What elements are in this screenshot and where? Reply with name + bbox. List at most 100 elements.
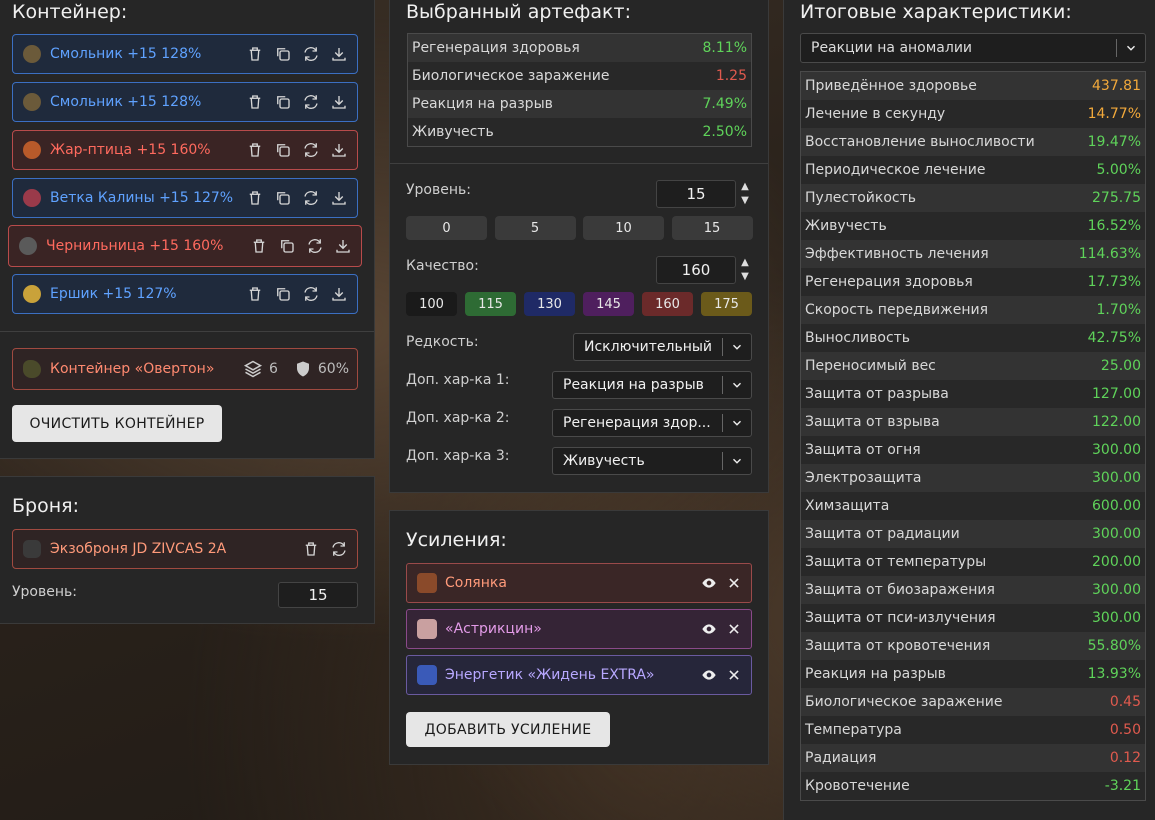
swap-artifact-button[interactable] [301, 188, 321, 208]
totals-filter-value: Реакции на аномалии [811, 40, 973, 56]
extra2-select[interactable]: Регенерация здор... [552, 409, 752, 437]
export-artifact-button[interactable] [329, 44, 349, 64]
quality-preset-button[interactable]: 175 [701, 292, 752, 316]
copy-artifact-button[interactable] [273, 188, 293, 208]
quality-preset-button[interactable]: 145 [583, 292, 634, 316]
quality-preset-button[interactable]: 130 [524, 292, 575, 316]
stat-value: 2.50% [702, 124, 747, 140]
copy-artifact-button[interactable] [277, 236, 297, 256]
total-stat-value: 17.73% [1087, 274, 1141, 290]
chevron-down-icon [733, 344, 741, 350]
copy-artifact-button[interactable] [273, 284, 293, 304]
kalina-branch-artifact-icon [23, 189, 41, 207]
armor-item[interactable]: Экзоброня JD ZIVCAS 2A [12, 529, 358, 569]
eye-icon[interactable] [701, 621, 717, 637]
close-icon[interactable] [727, 668, 741, 682]
total-stat-row: Скорость передвижения 1.70% [801, 296, 1145, 324]
swap-artifact-button[interactable] [301, 92, 321, 112]
total-stat-value: 25.00 [1100, 358, 1141, 374]
level-preset-button[interactable]: 15 [671, 216, 753, 240]
level-increment-button[interactable]: ▲ [739, 181, 751, 193]
download-icon [332, 192, 346, 205]
boost-item[interactable]: Солянка [406, 563, 752, 603]
total-stat-value: 114.63% [1078, 246, 1141, 262]
total-stat-row: Защита от взрыва 122.00 [801, 408, 1145, 436]
delete-artifact-button[interactable] [245, 92, 265, 112]
add-boost-button[interactable]: ДОБАВИТЬ УСИЛЕНИЕ [406, 712, 610, 747]
extra3-select[interactable]: Живучесть [552, 447, 752, 475]
layers-icon [243, 360, 262, 378]
level-preset-button[interactable]: 10 [583, 216, 664, 240]
total-stat-value: 437.81 [1092, 78, 1141, 94]
quality-input[interactable]: 160 [656, 256, 736, 284]
copy-artifact-button[interactable] [273, 44, 293, 64]
swap-artifact-button[interactable] [301, 140, 321, 160]
total-stat-name: Эффективность лечения [805, 246, 989, 262]
total-stat-row: Защита от пси-излучения 300.00 [801, 604, 1145, 632]
export-artifact-button[interactable] [329, 92, 349, 112]
container-item[interactable]: Контейнер «Овертон» 6 60% [12, 348, 358, 390]
container-artifact-item[interactable]: Смольник +15 128% [12, 82, 358, 122]
armor-level-input[interactable]: 15 [278, 582, 358, 608]
quality-preset-button[interactable]: 115 [465, 292, 516, 316]
delete-artifact-button[interactable] [245, 140, 265, 160]
swap-artifact-button[interactable] [305, 236, 325, 256]
export-artifact-button[interactable] [329, 284, 349, 304]
quality-increment-button[interactable]: ▲ [739, 257, 751, 269]
totals-filter-select[interactable]: Реакции на аномалии [800, 33, 1146, 63]
total-stat-row: Лечение в секунду 14.77% [801, 100, 1145, 128]
total-stat-name: Выносливость [805, 330, 911, 346]
quality-decrement-button[interactable]: ▼ [739, 271, 751, 283]
stat-name: Биологическое заражение [412, 68, 610, 84]
swap-artifact-button[interactable] [301, 284, 321, 304]
close-icon[interactable] [727, 576, 741, 590]
trash-icon [249, 191, 261, 205]
export-artifact-button[interactable] [329, 188, 349, 208]
swap-armor-button[interactable] [329, 539, 349, 559]
container-separator [0, 331, 374, 332]
level-input[interactable]: 15 [656, 180, 736, 208]
total-stat-row: Электрозащита 300.00 [801, 464, 1145, 492]
quality-preset-button[interactable]: 160 [642, 292, 693, 316]
level-preset-button[interactable]: 0 [406, 216, 487, 240]
container-artifact-item[interactable]: Ветка Калины +15 127% [12, 178, 358, 218]
total-stat-name: Защита от разрыва [805, 386, 949, 402]
container-artifact-item[interactable]: Ершик +15 127% [12, 274, 358, 314]
total-stat-value: 300.00 [1092, 442, 1141, 458]
export-artifact-button[interactable] [329, 140, 349, 160]
delete-artifact-button[interactable] [245, 188, 265, 208]
swap-artifact-button[interactable] [301, 44, 321, 64]
eye-icon[interactable] [701, 575, 717, 591]
boost-item[interactable]: Энергетик «Жидень EXTRA» [406, 655, 752, 695]
container-artifact-item[interactable]: Смольник +15 128% [12, 34, 358, 74]
quality-preset-button[interactable]: 100 [406, 292, 457, 316]
clear-container-button[interactable]: ОЧИСТИТЬ КОНТЕЙНЕР [12, 405, 222, 442]
rarity-select[interactable]: Исключительный [573, 333, 752, 361]
total-stat-name: Химзащита [805, 498, 890, 514]
total-stat-name: Регенерация здоровья [805, 274, 973, 290]
refresh-icon [332, 542, 346, 556]
total-stat-name: Скорость передвижения [805, 302, 988, 318]
level-decrement-button[interactable]: ▼ [739, 195, 751, 207]
total-stat-name: Периодическое лечение [805, 162, 986, 178]
delete-artifact-button[interactable] [249, 236, 269, 256]
artifact-separator [390, 163, 768, 164]
total-stat-row: Температура 0.50 [801, 716, 1145, 744]
total-stat-value: -3.21 [1104, 778, 1141, 794]
container-artifact-item[interactable]: Жар-птица +15 160% [12, 130, 358, 170]
close-icon[interactable] [727, 622, 741, 636]
level-preset-button[interactable]: 5 [494, 216, 576, 240]
eye-icon[interactable] [701, 667, 717, 683]
artifact-stat-row: Реакция на разрыв 7.49% [408, 90, 751, 118]
extra1-select[interactable]: Реакция на разрыв [552, 371, 752, 399]
container-artifact-item[interactable]: Чернильница +15 160% [8, 225, 362, 267]
trash-icon [253, 239, 265, 253]
boost-item[interactable]: «Астрикцин» [406, 609, 752, 649]
copy-artifact-button[interactable] [273, 92, 293, 112]
delete-artifact-button[interactable] [245, 44, 265, 64]
level-label: Уровень: [406, 182, 471, 198]
delete-armor-button[interactable] [301, 539, 321, 559]
copy-artifact-button[interactable] [273, 140, 293, 160]
delete-artifact-button[interactable] [245, 284, 265, 304]
export-artifact-button[interactable] [333, 236, 353, 256]
